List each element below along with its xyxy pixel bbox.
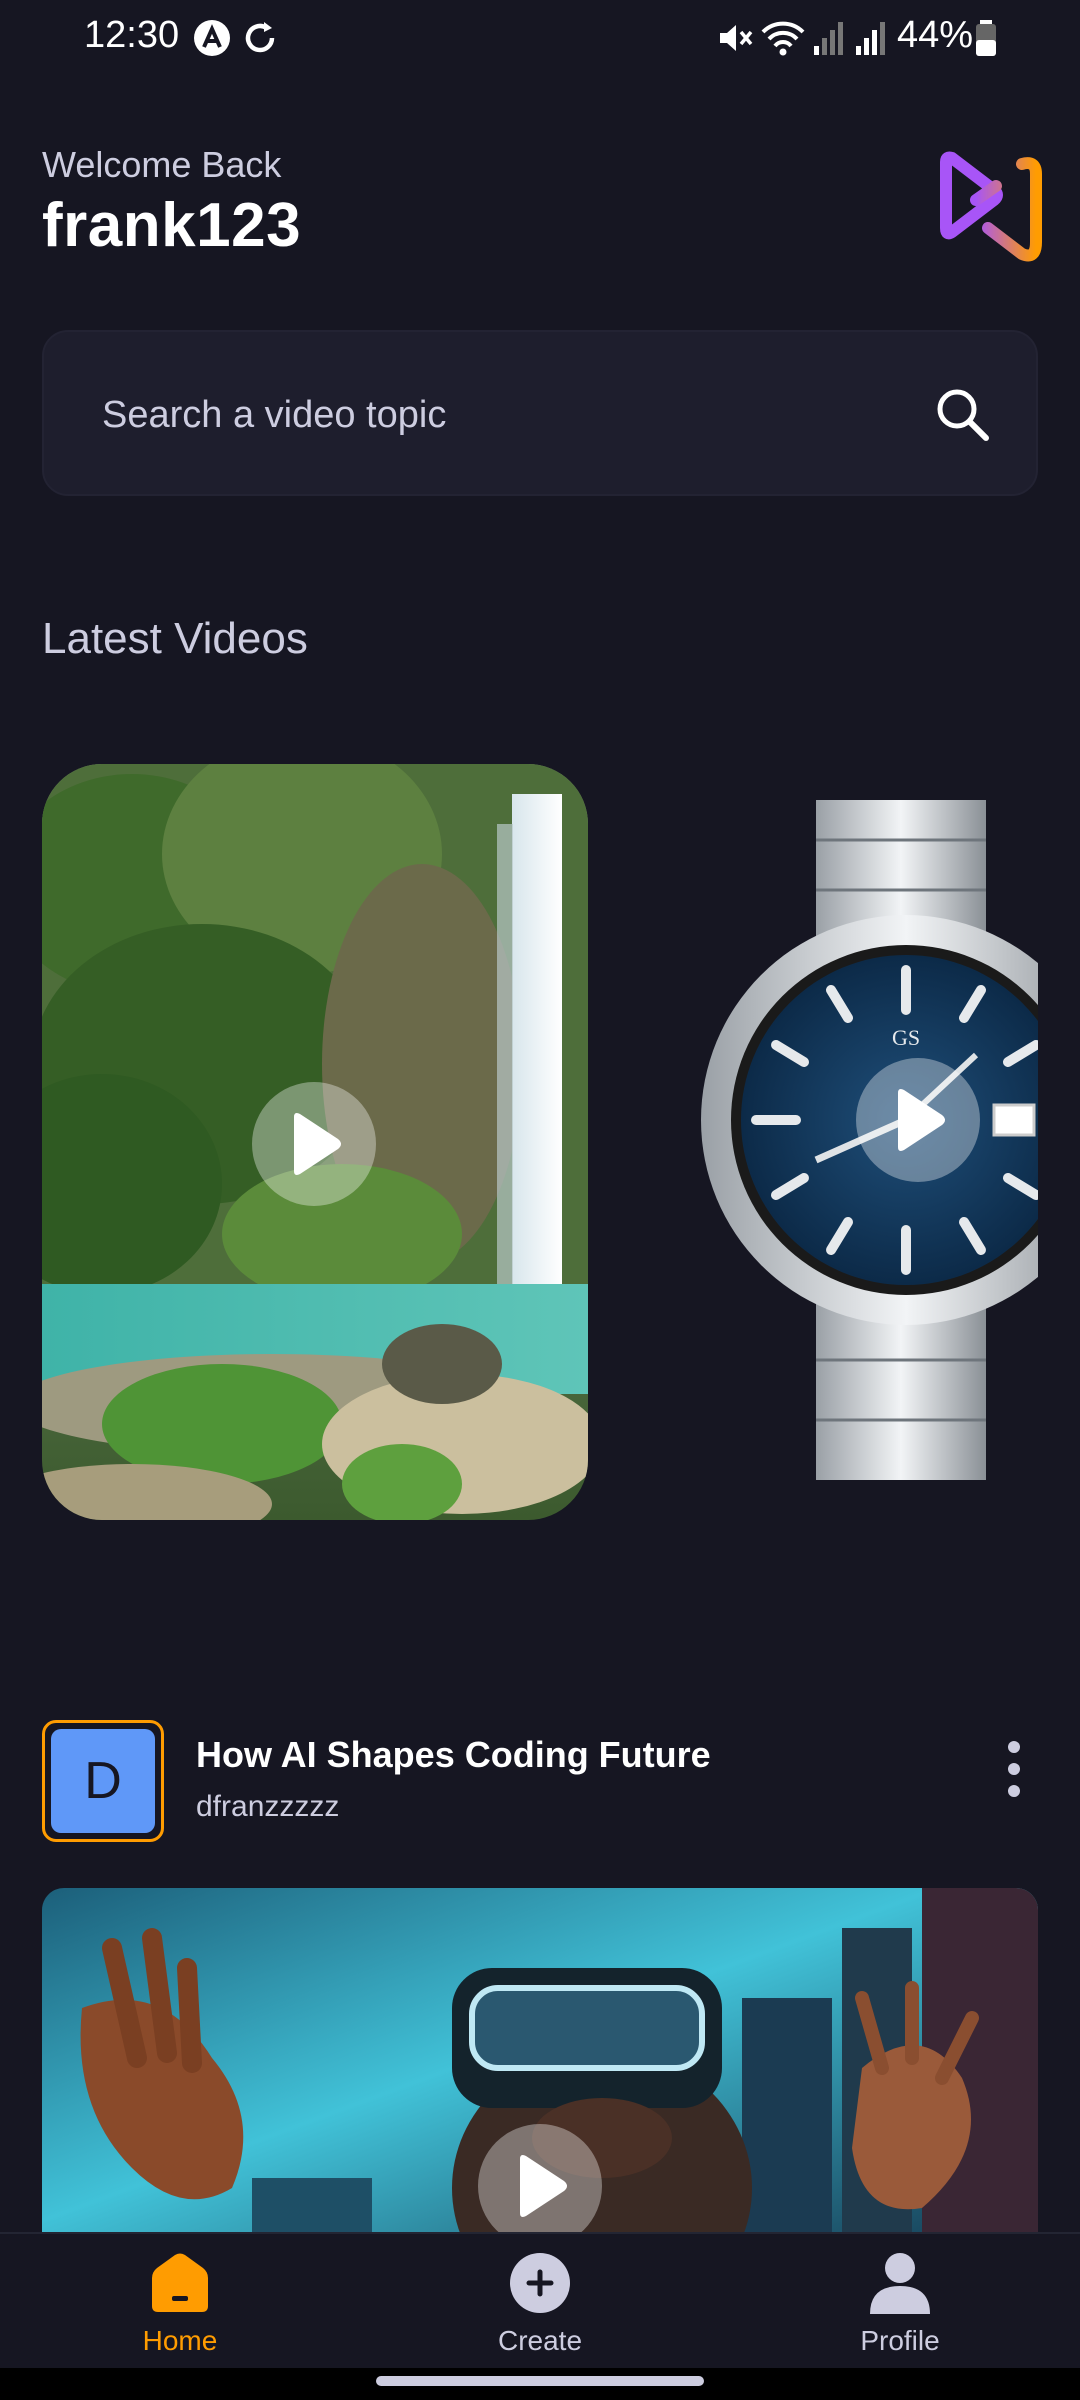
play-icon <box>898 1089 945 1151</box>
signal-icon <box>814 22 843 55</box>
status-time: 12:30 <box>84 14 180 56</box>
battery-icon <box>976 20 996 56</box>
welcome-text: Welcome Back <box>42 144 282 185</box>
video-thumbnail-ai-coding[interactable] <box>42 1888 1038 2258</box>
mute-icon <box>720 25 753 51</box>
play-button[interactable] <box>252 1082 376 1206</box>
signal-icon-2 <box>856 22 885 55</box>
gesture-nav-handle[interactable] <box>376 2376 704 2386</box>
search-icon[interactable] <box>932 384 992 444</box>
tab-profile-label: Profile <box>860 2325 940 2356</box>
wifi-icon <box>761 21 805 56</box>
home-icon <box>152 2253 208 2312</box>
video-author: dfranzzzzz <box>196 1790 340 1823</box>
search-bar[interactable] <box>42 330 1038 496</box>
trending-video-card-watch[interactable]: GS <box>676 800 1038 1480</box>
tab-create-label: Create <box>497 2325 583 2356</box>
section-title-latest-videos: Latest Videos <box>42 614 308 663</box>
play-icon <box>520 2155 567 2217</box>
app-logo <box>940 151 1042 262</box>
play-button[interactable] <box>478 2124 602 2248</box>
battery-percentage: 44% <box>897 14 974 56</box>
avatar-letter: D <box>51 1729 155 1833</box>
app-notification-icon <box>194 20 230 56</box>
tab-home-label: Home <box>142 2325 218 2356</box>
tab-home[interactable]: Home <box>100 2252 260 2357</box>
bottom-tab-bar: Home Create Profile <box>0 2232 1080 2370</box>
avatar[interactable]: D <box>42 1720 164 1842</box>
video-title: How AI Shapes Coding Future <box>196 1734 711 1775</box>
play-button[interactable] <box>856 1058 980 1182</box>
profile-icon <box>870 2253 930 2314</box>
sync-icon <box>245 22 275 53</box>
plus-circle-icon <box>510 2253 570 2313</box>
watch-brand-mark: GS <box>892 1025 920 1050</box>
tab-create[interactable]: Create <box>460 2252 620 2357</box>
tab-profile[interactable]: Profile <box>820 2252 980 2357</box>
video-thumbnail-watch: GS <box>676 800 1038 1480</box>
status-bar: 12:30 44% <box>0 0 1080 80</box>
search-input[interactable] <box>100 382 884 448</box>
play-icon <box>294 1113 341 1175</box>
more-options-icon[interactable] <box>996 1738 1032 1800</box>
trending-video-card-waterfall[interactable] <box>42 764 588 1520</box>
username: frank123 <box>42 191 302 260</box>
